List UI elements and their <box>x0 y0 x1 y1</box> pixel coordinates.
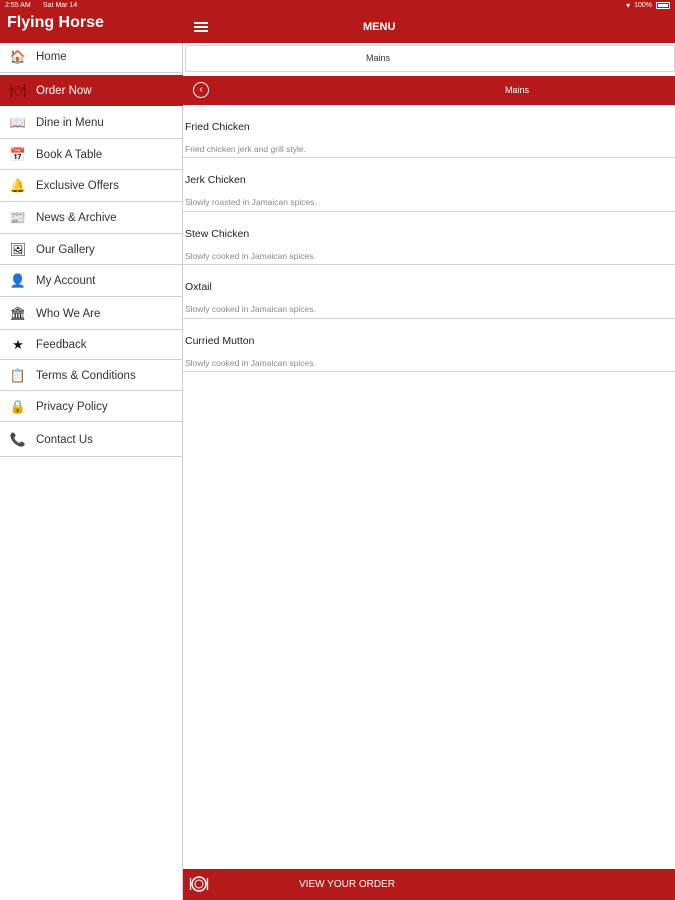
category-bar: ‹ Mains <box>183 76 675 105</box>
sidebar-item-home[interactable]: 🏠 Home <box>0 42 183 73</box>
sidebar-item-label: Home <box>36 51 67 63</box>
bell-icon: 🔔 <box>9 178 27 193</box>
sidebar-item-book-a-table[interactable]: 📅 Book A Table <box>0 140 183 170</box>
wifi-icon: ▾ <box>626 1 631 10</box>
sidebar-item-label: Who We Are <box>36 307 101 320</box>
sidebar-item-label: Feedback <box>36 339 87 351</box>
menu-item-description: Slowly cooked in Jamaican spices. <box>185 357 316 368</box>
gallery-icon: 🖼 <box>9 241 27 257</box>
menu-item-name: Curried Mutton <box>185 334 255 347</box>
sidebar-item-news-archive[interactable]: 📰 News & Archive <box>0 203 183 234</box>
document-icon: 📋 <box>9 367 27 383</box>
user-icon: 👤 <box>9 273 27 288</box>
sidebar-item-label: Contact Us <box>36 433 93 446</box>
sidebar-item-label: My Account <box>36 275 96 287</box>
sidebar-item-dine-in-menu[interactable]: 📖 Dine in Menu <box>0 108 183 139</box>
menu-item-name: Stew Chicken <box>185 227 250 240</box>
battery-icon <box>656 2 670 9</box>
app-title: Flying Horse <box>0 12 183 43</box>
menu-item[interactable]: Curried Mutton Slowly cooked in Jamaican … <box>183 319 675 372</box>
sidebar-item-label: Book A Table <box>36 148 103 161</box>
menu-item-name: Fried Chicken <box>185 121 250 133</box>
star-icon: ★ <box>12 337 24 352</box>
sidebar-item-label: Our Gallery <box>36 243 95 256</box>
menu-book-icon: 📖 <box>9 115 27 130</box>
menu-item-description: Slowly cooked in Jamaican spices. <box>185 304 316 315</box>
menu-item-description: Slowly cooked in Jamaican spices. <box>185 250 316 261</box>
status-time: 2:55 AM <box>5 2 31 9</box>
sidebar-item-label: Dine in Menu <box>36 117 104 129</box>
view-order-button[interactable]: VIEW YOUR ORDER <box>299 879 395 890</box>
menu-item-name: Jerk Chicken <box>185 174 246 187</box>
sidebar-item-label: Exclusive Offers <box>36 180 119 192</box>
plate-icon <box>188 874 210 894</box>
sidebar-item-my-account[interactable]: 👤 My Account <box>0 266 183 297</box>
news-icon: 📰 <box>9 210 27 225</box>
sidebar-item-terms-conditions[interactable]: 📋 Terms & Conditions <box>0 361 183 391</box>
sidebar-item-our-gallery[interactable]: 🖼 Our Gallery <box>0 235 183 265</box>
sidebar-item-who-we-are[interactable]: 🏛 Who We Are <box>0 298 183 330</box>
tab-mains[interactable]: Mains <box>185 45 675 72</box>
sidebar-item-label: Terms & Conditions <box>36 369 136 382</box>
menu-item-list: Fried Chicken Fried chicken jerk and gril… <box>183 105 675 372</box>
calendar-icon: 📅 <box>9 146 27 162</box>
home-icon: 🏠 <box>9 49 27 64</box>
info-icon: 🏛 <box>9 305 27 321</box>
back-arrow-icon[interactable]: ‹ <box>193 82 209 98</box>
menu-item-description: Fried chicken jerk and grill style. <box>185 144 306 154</box>
sidebar-item-label: News & Archive <box>36 212 117 224</box>
menu-item-name: Oxtail <box>185 281 212 294</box>
battery-percent: 100% <box>634 2 652 9</box>
status-bar: 2:55 AM Sat Mar 14 ▾ 100% <box>0 0 675 12</box>
sidebar-item-label: Privacy Policy <box>36 400 108 413</box>
menu-item[interactable]: Stew Chicken Slowly cooked in Jamaican sp… <box>183 212 675 266</box>
status-right: ▾ 100% <box>626 1 670 10</box>
menu-item[interactable]: Jerk Chicken Slowly roasted in Jamaican s… <box>183 158 675 212</box>
menu-item[interactable]: Fried Chicken Fried chicken jerk and gril… <box>183 105 675 159</box>
top-bar: MENU <box>183 12 675 43</box>
menu-item[interactable]: Oxtail Slowly cooked in Jamaican spices. <box>183 265 675 319</box>
menu-item-description: Slowly roasted in Jamaican spices. <box>185 197 317 208</box>
sidebar-item-feedback[interactable]: ★ Feedback <box>0 331 183 360</box>
category-title: Mains <box>505 85 530 95</box>
dish-icon: 🍽 <box>9 82 27 98</box>
sidebar-item-order-now[interactable]: 🍽 Order Now <box>0 75 183 106</box>
sidebar-item-privacy-policy[interactable]: 🔒 Privacy Policy <box>0 392 183 422</box>
view-order-bar[interactable]: VIEW YOUR ORDER <box>183 869 675 900</box>
sidebar-item-exclusive-offers[interactable]: 🔔 Exclusive Offers <box>0 171 183 202</box>
page-title: MENU <box>363 21 396 33</box>
status-date: Sat Mar 14 <box>43 2 78 9</box>
main-panel: MENU Mains ‹ Mains Fried Chicken Fried ch… <box>183 12 675 900</box>
sidebar-item-label: Order Now <box>36 84 92 97</box>
sidebar-item-contact-us[interactable]: 📞 Contact Us <box>0 423 183 457</box>
lock-icon: 🔒 <box>9 398 27 414</box>
phone-icon: 📞 <box>9 431 27 447</box>
sidebar: Flying Horse 🏠 Home 🍽 Order Now 📖 Dine in Men… <box>0 0 183 900</box>
